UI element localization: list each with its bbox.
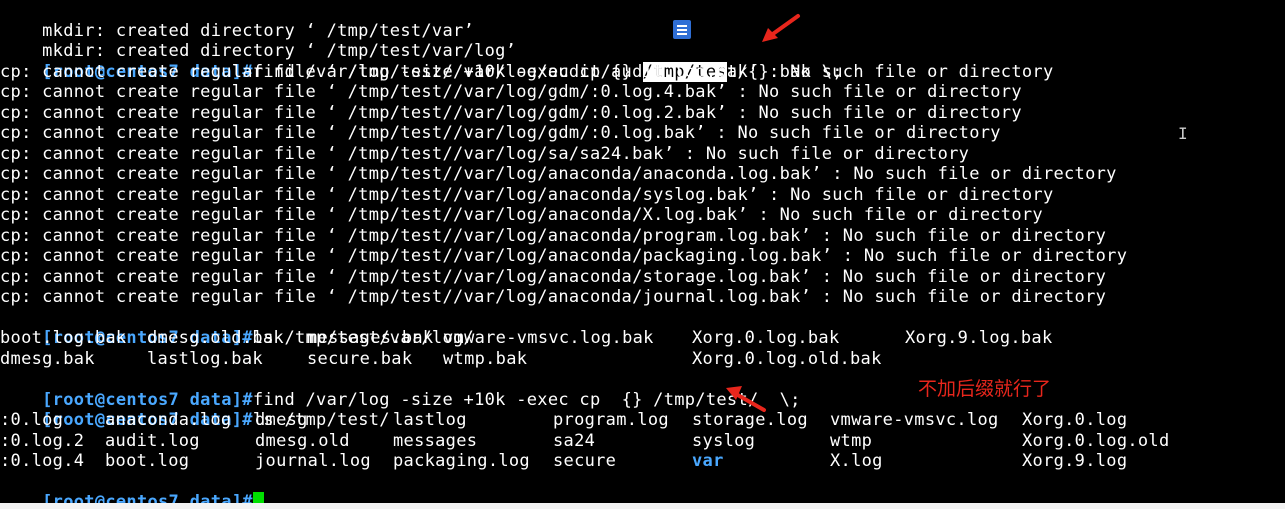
cp-error-line: cp: cannot create regular file ‘ /tmp/te… bbox=[0, 61, 1054, 82]
file-entry: Xorg.0.log.old.bak bbox=[692, 348, 882, 369]
command-line-ls-test: [root@centos7 data]#ls /tmp/test/ bbox=[42, 410, 390, 430]
file-entry: Xorg.0.log bbox=[1022, 410, 1128, 430]
command-line-find-bak: [root@centos7 data]#find /var/log -size … bbox=[42, 61, 843, 82]
command-line-find-no-suffix: [root@centos7 data]#find /var/log -size … bbox=[42, 389, 801, 410]
file-entry: wtmp.bak bbox=[443, 348, 528, 369]
cp-error-line: cp: cannot create regular file ‘ /tmp/te… bbox=[0, 123, 1001, 143]
file-entry: Xorg.9.log bbox=[1022, 451, 1128, 471]
file-entry: Xorg.9.log.bak bbox=[905, 328, 1053, 348]
file-entry: journal.log bbox=[255, 451, 371, 471]
file-entry: anaconda.log bbox=[105, 410, 232, 430]
file-entry: lastlog.bak bbox=[147, 348, 263, 369]
cp-error-line: cp: cannot create regular file ‘ /tmp/te… bbox=[0, 205, 1043, 225]
red-arrow-icon bbox=[762, 14, 800, 42]
file-entry: Xorg.0.log.bak bbox=[692, 328, 840, 348]
file-entry: audit.log bbox=[105, 430, 200, 451]
file-entry: :0.log.2 bbox=[0, 430, 85, 451]
file-entry: Xorg.0.log.old bbox=[1022, 430, 1170, 451]
terminal-cursor bbox=[252, 492, 264, 503]
cp-error-line: cp: cannot create regular file ‘ /tmp/te… bbox=[0, 164, 1117, 184]
cp-error-line: cp: cannot create regular file ‘ /tmp/te… bbox=[0, 184, 1054, 205]
file-entry: program.log bbox=[553, 410, 669, 430]
file-entry: secure.bak bbox=[307, 348, 413, 369]
command-line-ls-var-log: [root@centos7 data]#ls /tmp/test/var/log… bbox=[42, 328, 475, 348]
file-entry: sa24 bbox=[553, 430, 596, 451]
cp-error-line: cp: cannot create regular file ‘ /tmp/te… bbox=[0, 82, 1022, 102]
file-entry: :0.log.4 bbox=[0, 451, 85, 471]
file-entry: dmesg.old.bak bbox=[147, 328, 284, 348]
file-entry: dmesg.bak bbox=[0, 348, 95, 369]
file-entry: messages bbox=[393, 430, 478, 451]
mkdir-output-line: mkdir: created directory ‘ /tmp/test/var… bbox=[42, 41, 517, 61]
file-entry: vmware-vmsvc.log.bak bbox=[443, 328, 654, 348]
file-entry: lastlog bbox=[393, 410, 467, 430]
file-entry: X.log bbox=[830, 451, 883, 471]
command-line-current[interactable]: [root@centos7 data]# bbox=[0, 472, 264, 503]
cp-error-line: cp: cannot create regular file ‘ /tmp/te… bbox=[0, 287, 1107, 307]
mkdir-output-line: mkdir: created directory ‘ /tmp/test/var… bbox=[42, 20, 475, 41]
file-entry: secure bbox=[553, 451, 617, 471]
document-icon[interactable] bbox=[673, 20, 691, 39]
cp-error-line: cp: cannot create regular file ‘ /tmp/te… bbox=[0, 225, 1107, 246]
file-entry: syslog bbox=[692, 430, 756, 451]
file-entry: wtmp bbox=[830, 430, 873, 451]
terminal-window[interactable]: mkdir: created directory ‘ /tmp/test/var… bbox=[0, 0, 1285, 503]
file-entry: packaging.log bbox=[393, 451, 530, 471]
file-entry: vmware-vmsvc.log bbox=[830, 410, 999, 430]
file-entry: boot.log.bak bbox=[0, 328, 127, 348]
shell-prompt: [root@centos7 data]# bbox=[42, 492, 253, 503]
cp-error-line: cp: cannot create regular file ‘ /tmp/te… bbox=[0, 143, 970, 164]
cp-error-line: cp: cannot create regular file ‘ /tmp/te… bbox=[0, 246, 1128, 266]
file-entry: boot.log bbox=[105, 451, 190, 471]
cp-error-line: cp: cannot create regular file ‘ /tmp/te… bbox=[0, 102, 1022, 123]
file-entry: dmesg bbox=[255, 410, 308, 430]
red-arrow-icon bbox=[726, 386, 766, 412]
window-bottom-edge bbox=[0, 503, 1285, 509]
annotation-note: 不加后缀就行了 bbox=[918, 378, 1052, 400]
text-cursor-icon: I bbox=[1178, 124, 1188, 143]
file-entry: dmesg.old bbox=[255, 430, 350, 451]
file-entry: :0.log bbox=[0, 410, 64, 430]
cp-error-line: cp: cannot create regular file ‘ /tmp/te… bbox=[0, 266, 1107, 287]
directory-entry: var bbox=[692, 451, 724, 471]
file-entry: messages.bak bbox=[307, 328, 434, 348]
